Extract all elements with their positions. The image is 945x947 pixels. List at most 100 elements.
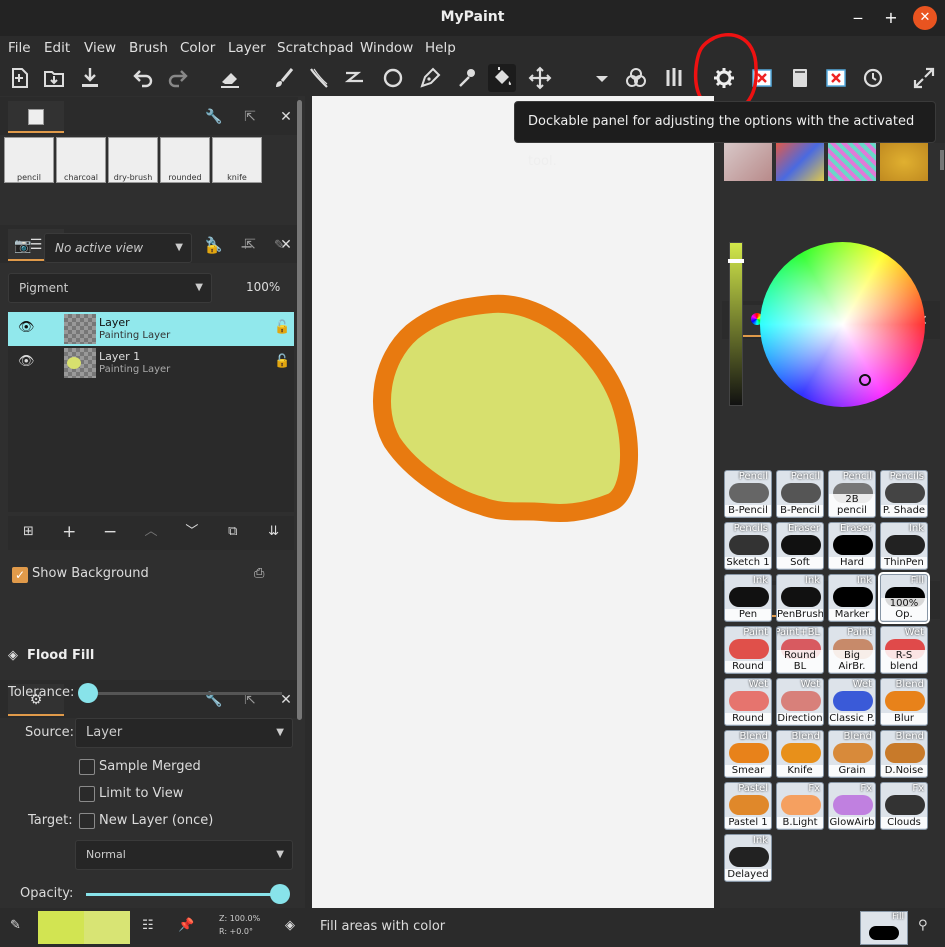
menu-scratchpad[interactable]: Scratchpad	[277, 40, 354, 56]
current-color-swatch[interactable]	[38, 911, 84, 944]
brush-preset[interactable]: Blend Blur	[880, 678, 928, 726]
move-layer-icon[interactable]	[526, 64, 554, 92]
open-document-icon[interactable]	[40, 64, 68, 92]
menu-layer[interactable]: Layer	[228, 40, 266, 56]
brush-settings-icon[interactable]: ☷	[142, 918, 154, 933]
brush-preset-thumb[interactable]	[776, 143, 824, 181]
brush-preset[interactable]: Blend D.Noise	[880, 730, 928, 778]
lower-layer-icon[interactable]: ﹀	[171, 516, 212, 550]
fullscreen-icon[interactable]	[910, 64, 938, 92]
color-wheel[interactable]	[760, 242, 925, 407]
brush-groups-icon[interactable]	[660, 64, 688, 92]
layer-mode-combo[interactable]: Pigment ▼	[8, 273, 212, 303]
edit-view-icon[interactable]: ✎	[274, 238, 285, 253]
line-tool-icon[interactable]	[341, 64, 369, 92]
brush-preset[interactable]: Ink Delayed	[724, 834, 772, 882]
blend-mode-combo[interactable]: Normal ▼	[75, 840, 293, 870]
panel-close-icon[interactable]: ✕	[276, 107, 296, 127]
input-device-icon[interactable]: ⚲	[918, 918, 928, 933]
brush-palette-tab[interactable]	[8, 101, 64, 133]
raise-layer-icon[interactable]: ︿	[131, 516, 172, 550]
brush-preset[interactable]: Pastel Pastel 1	[724, 782, 772, 830]
menu-brush[interactable]: Brush	[129, 40, 168, 56]
color-palettes-icon[interactable]	[622, 64, 650, 92]
remove-view-icon[interactable]: −	[240, 237, 253, 256]
left-dock-scrollbar[interactable]	[297, 100, 302, 720]
redo-icon[interactable]	[165, 64, 193, 92]
opacity-slider-knob[interactable]	[270, 884, 290, 904]
limit-to-view-checkbox[interactable]	[79, 786, 95, 802]
background-settings-icon[interactable]: ⎙	[254, 566, 264, 581]
brush-chip[interactable]: charcoal	[56, 137, 106, 183]
color-wheel-marker[interactable]	[859, 374, 871, 386]
brush-preset[interactable]: Wet Round	[724, 678, 772, 726]
brush-preset[interactable]: Wet Direction	[776, 678, 824, 726]
menu-view[interactable]: View	[84, 40, 116, 56]
brush-preset[interactable]: Eraser Soft	[776, 522, 824, 570]
brush-preset[interactable]: Paint Big AirBr.	[828, 626, 876, 674]
color-picker-icon[interactable]	[452, 64, 480, 92]
brush-preset[interactable]: Fx B.Light	[776, 782, 824, 830]
brush-chip[interactable]: pencil	[4, 137, 54, 183]
visibility-eye-icon[interactable]: 👁	[18, 320, 35, 335]
brush-preset[interactable]: Fill 100% Op.	[878, 572, 930, 624]
menu-window[interactable]: Window	[360, 40, 413, 56]
menu-help[interactable]: Help	[425, 40, 456, 56]
toolbar-overflow-chevron-icon[interactable]	[588, 64, 616, 92]
visibility-eye-icon[interactable]: 👁	[18, 354, 35, 369]
brush-preset[interactable]: Fx GlowAirb	[828, 782, 876, 830]
brush-preset[interactable]: Wet R-S blend	[880, 626, 928, 674]
show-background-checkbox[interactable]: ✓	[12, 567, 28, 583]
camera-icon[interactable]: 📷	[14, 238, 38, 258]
brush-preset[interactable]: Fx Clouds	[880, 782, 928, 830]
brush-preset[interactable]: Blend Grain	[828, 730, 876, 778]
minimize-button[interactable]: ‒	[846, 6, 870, 30]
brush-preset-thumb[interactable]	[724, 143, 772, 181]
detach-icon[interactable]: ⇱	[240, 107, 260, 127]
brush-preset[interactable]: Wet Classic P.	[828, 678, 876, 726]
brush-chip[interactable]: knife	[212, 137, 262, 183]
ellipse-tool-icon[interactable]	[379, 64, 407, 92]
brush-chip[interactable]: rounded	[160, 137, 210, 183]
value-slider-handle[interactable]	[728, 259, 744, 263]
lock-view-icon[interactable]: 🔓	[204, 240, 220, 255]
tolerance-slider[interactable]	[86, 692, 282, 695]
eraser-icon[interactable]	[216, 64, 244, 92]
brush-preset[interactable]: Eraser Hard	[828, 522, 876, 570]
new-document-icon[interactable]	[6, 64, 34, 92]
brush-preset-thumb[interactable]	[880, 143, 928, 181]
maximize-button[interactable]: +	[879, 6, 903, 30]
layer-opacity-value[interactable]: 100%	[246, 280, 280, 294]
brush-preset[interactable]: Pencil 2B pencil	[828, 470, 876, 518]
view-combo[interactable]: No active view ▼	[44, 233, 192, 263]
close-button[interactable]: ✕	[913, 6, 937, 30]
menu-edit[interactable]: Edit	[44, 40, 70, 56]
layer-lock-icon[interactable]: 🔓	[274, 320, 290, 335]
current-brush-thumb[interactable]: Fill	[860, 911, 908, 945]
layer-row[interactable]: 👁 Layer 1 Painting Layer 🔓	[8, 346, 294, 380]
freehand-brush-icon[interactable]	[270, 64, 298, 92]
duplicate-layer-icon[interactable]: ⧉	[212, 516, 253, 550]
previous-color-swatch[interactable]	[84, 911, 130, 944]
merge-down-icon[interactable]: ⇊	[253, 516, 294, 550]
add-layer-group-icon[interactable]: ⊞	[8, 516, 49, 550]
add-layer-icon[interactable]: +	[49, 516, 90, 550]
opacity-slider[interactable]	[86, 893, 282, 896]
tolerance-slider-knob[interactable]	[78, 683, 98, 703]
remove-layer-icon[interactable]: −	[90, 516, 131, 550]
pin-icon[interactable]: 📌	[178, 918, 194, 933]
brush-preset[interactable]: Ink Marker	[828, 574, 876, 622]
layer-row[interactable]: 👁 Layer Painting Layer 🔓	[8, 312, 294, 346]
pen-nib-icon[interactable]	[416, 64, 444, 92]
brush-preset[interactable]: Blend Smear	[724, 730, 772, 778]
brush-preset[interactable]: Ink ThinPen	[880, 522, 928, 570]
history-clock-icon[interactable]	[859, 64, 887, 92]
undo-icon[interactable]	[128, 64, 156, 92]
brush-chip[interactable]: dry-brush	[108, 137, 158, 183]
canvas[interactable]	[312, 96, 714, 908]
sample-merged-checkbox[interactable]	[79, 759, 95, 775]
brush-preset[interactable]: Blend Knife	[776, 730, 824, 778]
brush-preset[interactable]: Paint Round	[724, 626, 772, 674]
brush-preset[interactable]: Pencil B-Pencil	[724, 470, 772, 518]
layer-lock-icon[interactable]: 🔓	[274, 354, 290, 369]
